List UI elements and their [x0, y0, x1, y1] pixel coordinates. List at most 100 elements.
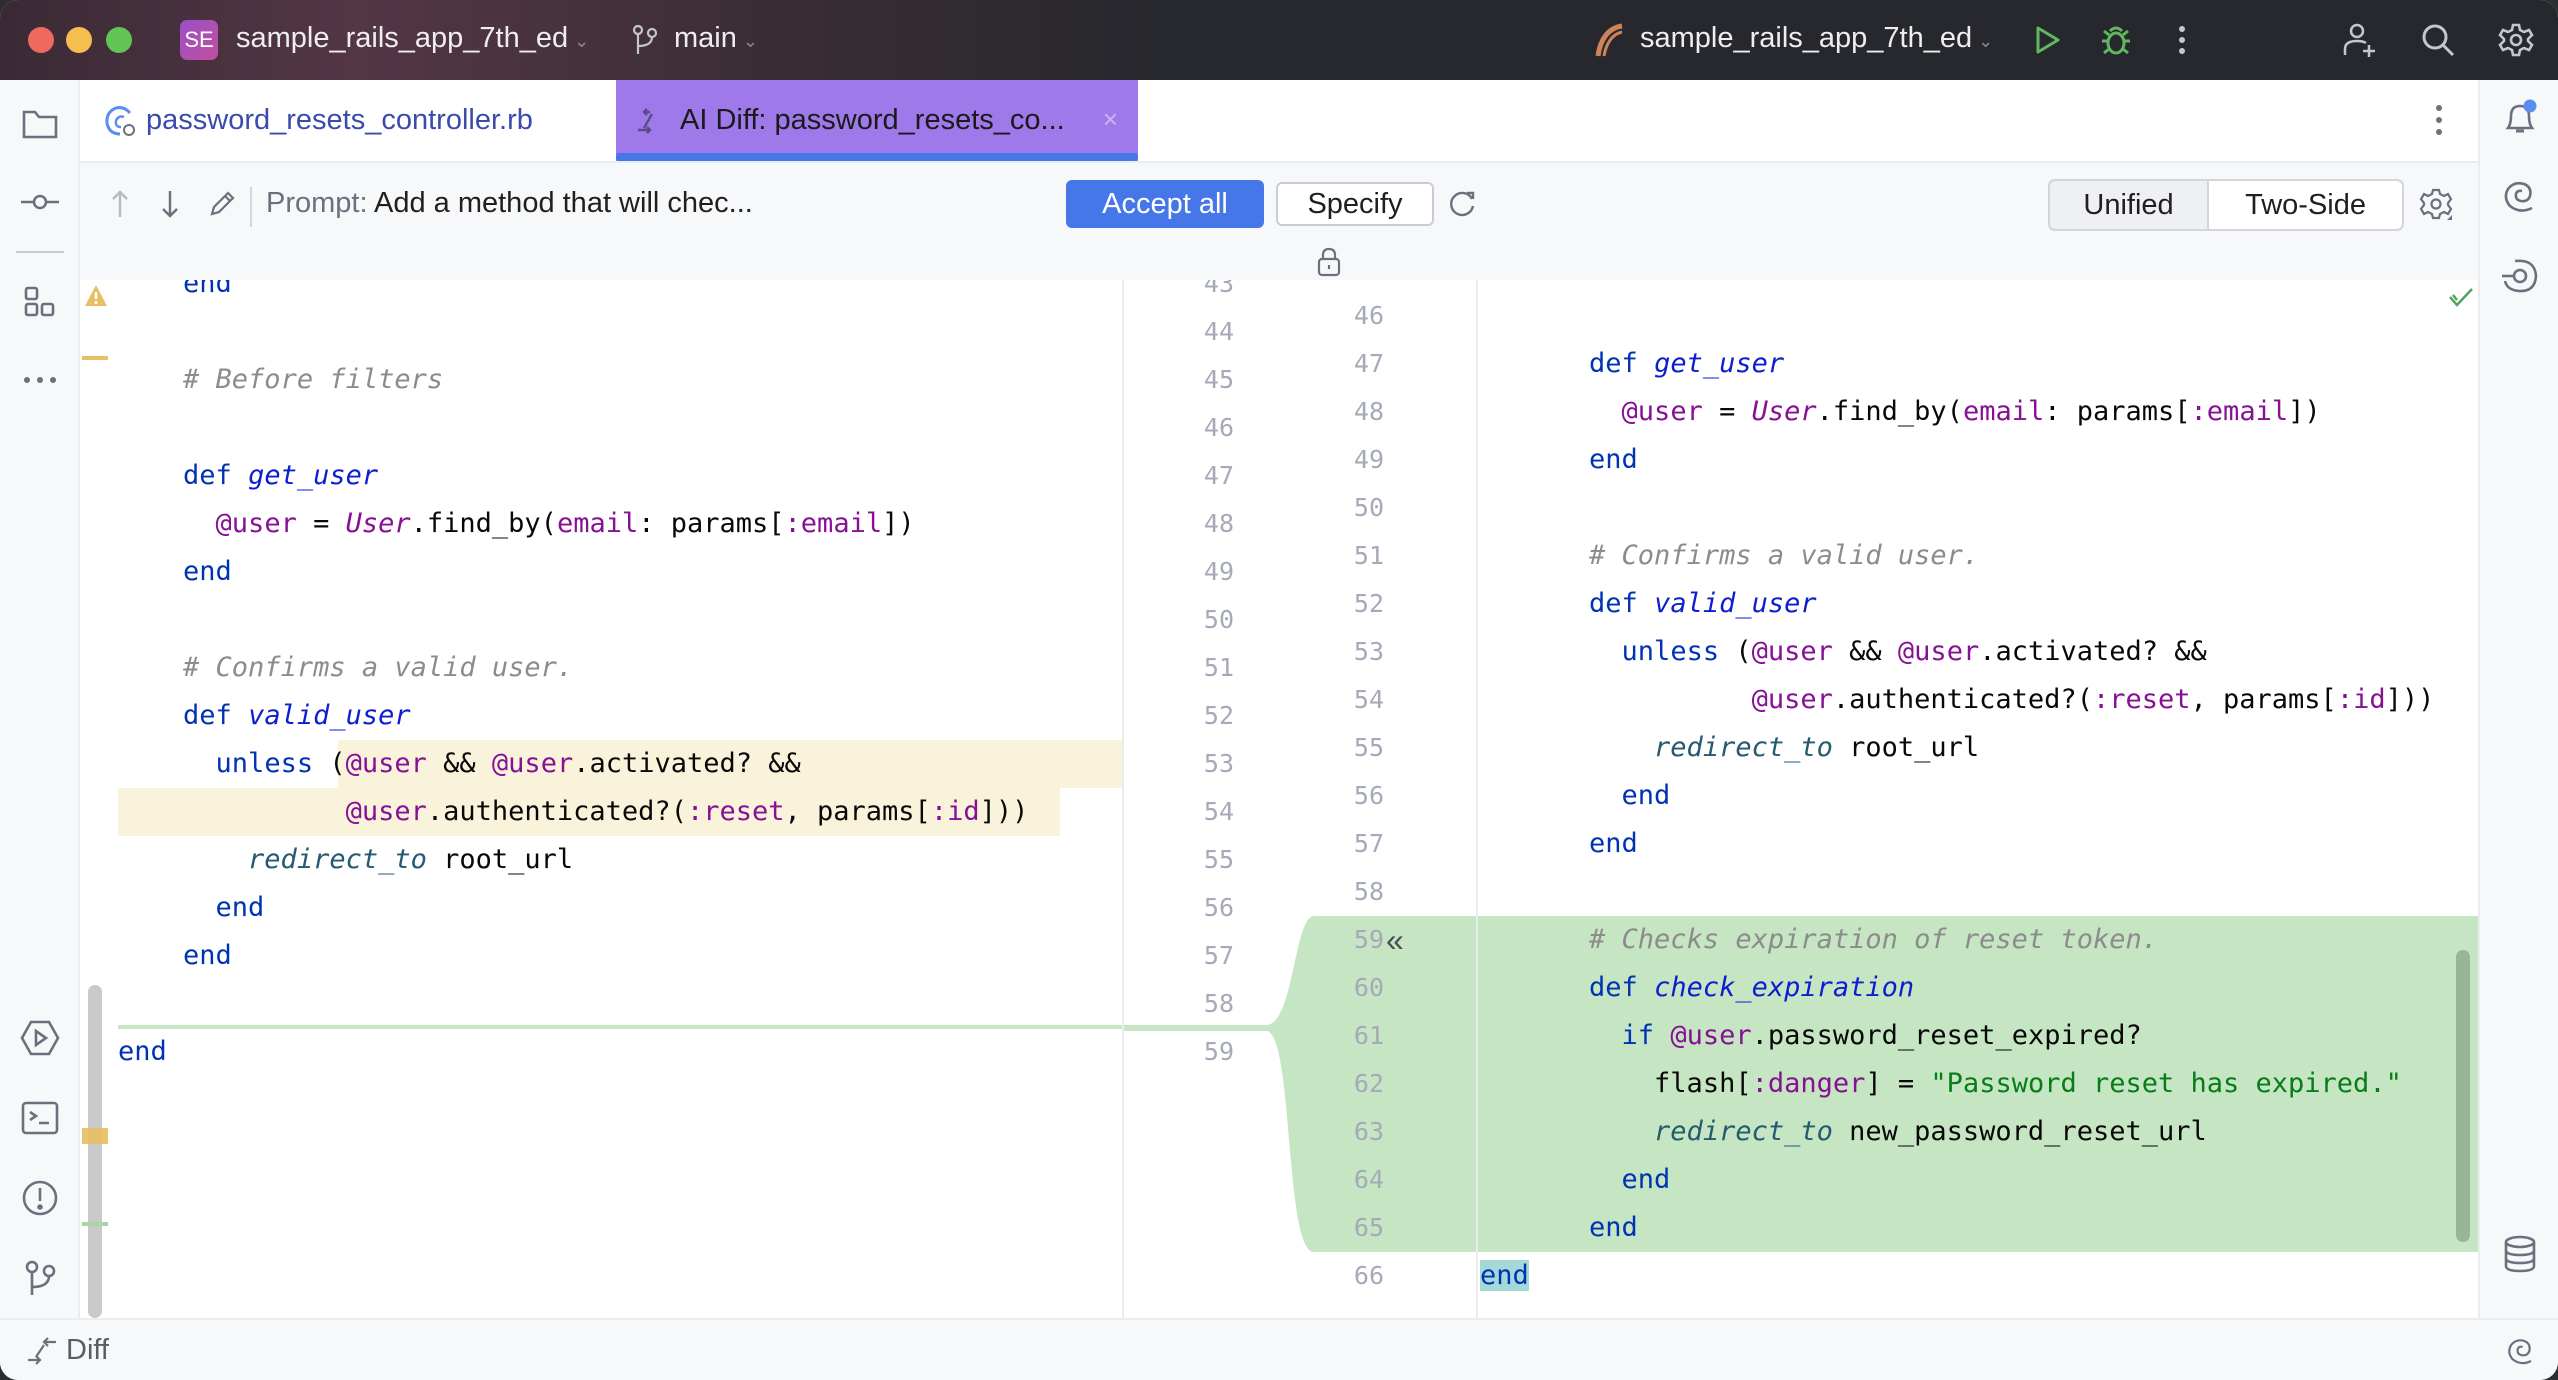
code-token: # Confirms a valid user.: [1589, 540, 1980, 571]
code-line[interactable]: redirect_to root_url: [80, 836, 1122, 884]
project-tool-button[interactable]: [20, 104, 60, 144]
code-line[interactable]: end: [1478, 1204, 2478, 1252]
code-token: def: [183, 460, 249, 491]
accept-all-button[interactable]: Accept all: [1066, 180, 1264, 228]
code-line[interactable]: [1478, 292, 2478, 340]
tab-password-resets-controller[interactable]: password_resets_controller.rb: [102, 80, 533, 161]
run-button[interactable]: [2028, 20, 2068, 60]
ai-assistant-button[interactable]: [2500, 176, 2540, 216]
code-line[interactable]: unless (@user && @user.activated? &&: [1478, 628, 2478, 676]
diff-mode-label: Diff: [66, 1334, 109, 1366]
search-everywhere-button[interactable]: [2418, 20, 2458, 60]
copilot-button[interactable]: [2500, 256, 2540, 296]
diff-toolbar: Prompt: Add a method that will chec... A…: [80, 163, 2478, 280]
code-line[interactable]: def check_expiration: [1478, 964, 2478, 1012]
database-tool-button[interactable]: [2500, 1234, 2540, 1274]
branch-selector[interactable]: main ⌄: [674, 22, 758, 55]
code-line[interactable]: [80, 596, 1122, 644]
code-line[interactable]: end: [1478, 1156, 2478, 1204]
debug-icon: [2102, 26, 2130, 55]
tab-ai-diff[interactable]: AI Diff: password_resets_co... ×: [616, 80, 1138, 161]
code-line[interactable]: unless (@user && @user.activated? &&: [80, 740, 1122, 788]
code-line[interactable]: flash[:danger] = "Password reset has exp…: [1478, 1060, 2478, 1108]
code-with-me-button[interactable]: [2340, 20, 2380, 60]
code-line[interactable]: redirect_to new_password_reset_url: [1478, 1108, 2478, 1156]
more-actions-button[interactable]: [2162, 20, 2202, 60]
structure-tool-button[interactable]: [20, 282, 60, 322]
code-line[interactable]: end: [80, 884, 1122, 932]
code-token: @user: [1751, 684, 1833, 715]
code-line[interactable]: if @user.password_reset_expired?: [1478, 1012, 2478, 1060]
code-line[interactable]: end: [1478, 772, 2478, 820]
code-line[interactable]: def valid_user: [1478, 580, 2478, 628]
two-side-view-button[interactable]: Two-Side: [2207, 181, 2402, 229]
left-editor-pane[interactable]: end # Before filters def get_user @user …: [80, 280, 1122, 1318]
problems-tool-button[interactable]: [20, 1178, 60, 1218]
code-line[interactable]: [1478, 484, 2478, 532]
code-line[interactable]: end: [1478, 436, 2478, 484]
code-line[interactable]: end: [1478, 1252, 2478, 1300]
debug-button[interactable]: [2096, 20, 2136, 60]
git-tool-button[interactable]: [20, 1258, 60, 1298]
code-token: .find_by(: [410, 508, 557, 539]
code-token: @user: [345, 748, 427, 779]
previous-change-button[interactable]: [102, 185, 138, 223]
code-line[interactable]: [1478, 868, 2478, 916]
code-line[interactable]: redirect_to root_url: [1478, 724, 2478, 772]
regenerate-button[interactable]: [1444, 185, 1480, 223]
apply-change-button[interactable]: «: [1386, 916, 1416, 964]
diff-settings-button[interactable]: [2418, 185, 2454, 223]
code-line[interactable]: def valid_user: [80, 692, 1122, 740]
close-tab-icon[interactable]: ×: [1103, 104, 1118, 135]
project-selector[interactable]: sample_rails_app_7th_ed ⌄: [236, 22, 589, 55]
code-line[interactable]: end: [80, 548, 1122, 596]
right-line-number: 48: [1353, 397, 1384, 426]
code-line[interactable]: end: [80, 1028, 1122, 1076]
close-window-button[interactable]: [28, 27, 54, 53]
commit-tool-button[interactable]: [20, 182, 60, 222]
project-badge[interactable]: SE: [180, 20, 218, 60]
code-line[interactable]: @user = User.find_by(email: params[:emai…: [80, 500, 1122, 548]
code-line[interactable]: @user = User.find_by(email: params[:emai…: [1478, 388, 2478, 436]
specify-button[interactable]: Specify: [1276, 182, 1434, 226]
code-line[interactable]: @user.authenticated?(:reset, params[:id]…: [80, 788, 1122, 836]
edit-source-button[interactable]: [204, 185, 240, 223]
code-line[interactable]: def get_user: [80, 452, 1122, 500]
terminal-tool-button[interactable]: [20, 1098, 60, 1138]
code-line[interactable]: [80, 404, 1122, 452]
left-line-number: 52: [1203, 701, 1234, 730]
minimize-window-button[interactable]: [66, 27, 92, 53]
more-tool-windows-button[interactable]: [20, 360, 60, 400]
services-tool-button[interactable]: [20, 1018, 60, 1058]
diff-mode-indicator[interactable]: Diff: [26, 1334, 109, 1367]
code-line[interactable]: end: [80, 932, 1122, 980]
more-vertical-icon[interactable]: [2424, 100, 2454, 140]
unified-view-button[interactable]: Unified: [2050, 181, 2207, 229]
code-line[interactable]: # Confirms a valid user.: [1478, 532, 2478, 580]
next-change-button[interactable]: [152, 185, 188, 223]
code-line[interactable]: [80, 980, 1122, 1028]
code-line[interactable]: @user.authenticated?(:reset, params[:id]…: [1478, 676, 2478, 724]
run-configuration-selector[interactable]: sample_rails_app_7th_ed ⌄: [1640, 22, 1993, 55]
code-line[interactable]: [80, 308, 1122, 356]
right-editor-pane[interactable]: # Before filters def get_user @user = Us…: [1478, 280, 2478, 1318]
right-scrollbar[interactable]: [2456, 950, 2470, 1242]
notifications-button[interactable]: [2500, 98, 2540, 138]
right-line-number: 59: [1353, 925, 1384, 954]
code-token: def: [183, 700, 249, 731]
left-line-number: 46: [1203, 413, 1234, 442]
prompt-summary[interactable]: Prompt: Add a method that will chec...: [266, 187, 753, 220]
code-line[interactable]: # Confirms a valid user.: [80, 644, 1122, 692]
code-line[interactable]: # Checks expiration of reset token.: [1478, 916, 2478, 964]
code-line[interactable]: # Before filters: [1478, 280, 2478, 292]
ai-assistant-icon[interactable]: [2506, 1336, 2536, 1366]
code-line[interactable]: end: [80, 280, 1122, 308]
right-line-number: 56: [1353, 781, 1384, 810]
maximize-window-button[interactable]: [106, 27, 132, 53]
code-line[interactable]: # Before filters: [80, 356, 1122, 404]
settings-button[interactable]: [2496, 20, 2536, 60]
code-line[interactable]: def get_user: [1478, 340, 2478, 388]
code-line[interactable]: end: [1478, 820, 2478, 868]
